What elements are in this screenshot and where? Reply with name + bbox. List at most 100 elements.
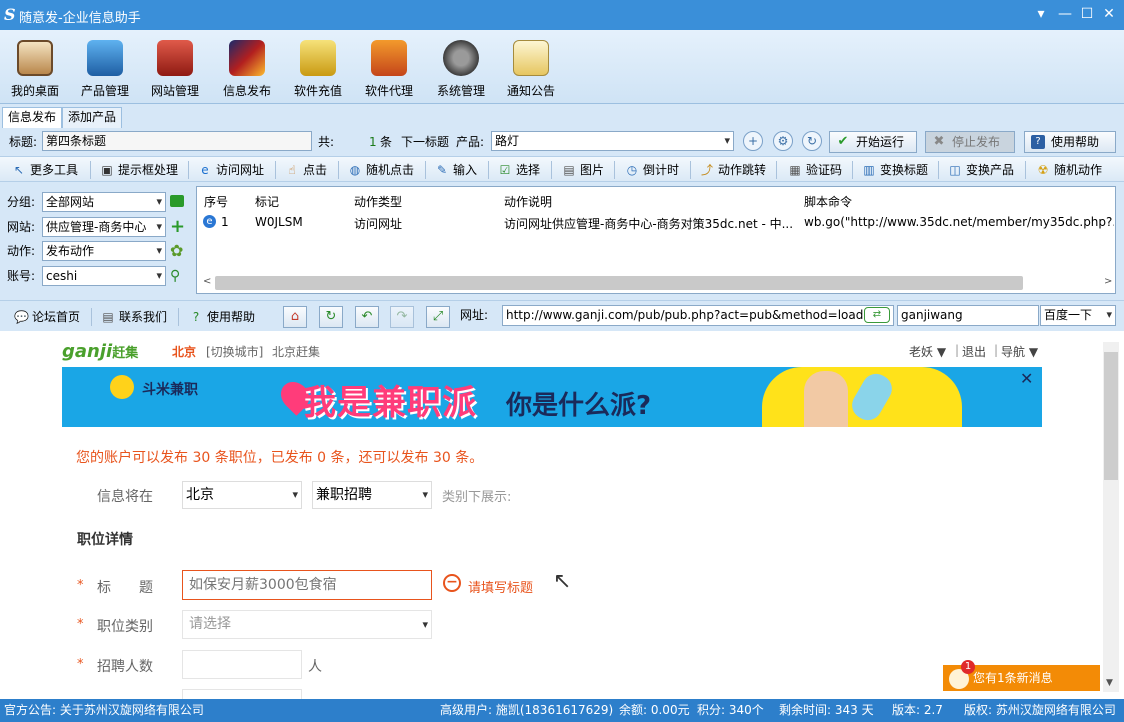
help-button[interactable]: ? 使用帮助 xyxy=(1024,131,1116,153)
menu-dropdown-button[interactable]: ▾ xyxy=(1030,4,1052,24)
search-engine-select[interactable]: 百度一下 xyxy=(1040,305,1116,326)
city-site-label: 北京赶集 xyxy=(272,345,321,359)
settings-circle-icon[interactable]: ⚙ xyxy=(773,131,793,151)
radiation-icon: ☢ xyxy=(1037,163,1049,177)
stop-publish-button[interactable]: ✖ 停止发布 xyxy=(925,131,1015,153)
banner-close-icon[interactable]: ✕ xyxy=(1020,369,1033,388)
site-keyword-input[interactable]: ganjiwang xyxy=(897,305,1039,326)
go-icon[interactable]: ⇄ xyxy=(864,307,890,323)
random-click-button[interactable]: ◍ 随机点击 xyxy=(348,160,414,180)
switch-city-link[interactable]: [切换城市] xyxy=(206,343,263,360)
group-select[interactable]: 全部网站 xyxy=(42,192,166,212)
checkmark-icon: ✔ xyxy=(837,134,849,149)
expand-icon: ⤢ xyxy=(432,309,444,324)
document-stack-icon: ▥ xyxy=(863,163,875,177)
ganji-logo[interactable]: ganji赶集 xyxy=(62,341,138,362)
product-box-icon: ◫ xyxy=(949,163,961,177)
quota-notice: 您的账户可以发布 30 条职位，已发布 0 条，还可以发布 30 条。 xyxy=(76,450,484,466)
window-icon: ▣ xyxy=(101,163,113,177)
gear-icon[interactable]: ✿ xyxy=(170,241,183,261)
forward-nav-button[interactable]: ↷ xyxy=(390,306,414,328)
ie-icon: e xyxy=(203,215,216,228)
next-title-link[interactable]: 下一标题 xyxy=(401,132,449,152)
home-icon: ⌂ xyxy=(290,309,300,324)
toolbar-recharge-button[interactable]: 软件充值 xyxy=(285,36,351,102)
visit-url-button[interactable]: e 访问网址 xyxy=(198,160,264,180)
horizontal-scrollbar[interactable] xyxy=(215,276,1023,290)
url-input[interactable]: http://www.ganji.com/pub/pub.php?act=pub… xyxy=(502,305,894,326)
vertical-scroll-thumb[interactable] xyxy=(1104,352,1118,480)
notepad-icon xyxy=(513,40,549,76)
title-bar: S 随意发-企业信息助手 ▾ — ☐ ✕ xyxy=(0,0,1124,30)
change-title-button[interactable]: ▥ 变换标题 xyxy=(862,160,928,180)
image-button[interactable]: ▤ 图片 xyxy=(562,160,604,180)
select-button[interactable]: ☑ 选择 xyxy=(498,160,540,180)
captcha-button[interactable]: ▦ 验证码 xyxy=(788,160,842,180)
account-select[interactable]: ceshi xyxy=(42,266,166,286)
prompt-handler-button[interactable]: ▣ 提示框处理 xyxy=(100,160,178,180)
toolbar-sites-button[interactable]: 网站管理 xyxy=(142,36,208,102)
logout-link[interactable]: 退出 xyxy=(962,343,986,360)
close-button[interactable]: ✕ xyxy=(1098,4,1120,24)
red-building-icon xyxy=(157,40,193,76)
job-title-input[interactable] xyxy=(182,570,432,600)
maximize-button[interactable]: ☐ xyxy=(1076,4,1098,24)
version-info: 版本: 2.7 xyxy=(892,703,943,717)
countdown-button[interactable]: ◷ 倒计时 xyxy=(625,160,679,180)
fullscreen-nav-button[interactable]: ⤢ xyxy=(426,306,450,328)
toolbar-agent-button[interactable]: 软件代理 xyxy=(356,36,422,102)
banner-ad[interactable]: 斗米兼职 我是兼职派 你是什么派? ✕ xyxy=(62,367,1042,427)
action-select[interactable]: 发布动作 xyxy=(42,241,166,261)
refresh-circle-icon[interactable]: ↻ xyxy=(802,131,822,151)
nav-menu[interactable]: 导航 ▼ xyxy=(1001,343,1038,360)
job-category-select[interactable]: 请选择 xyxy=(182,610,432,639)
error-minus-icon: − xyxy=(443,574,461,592)
plus-icon[interactable]: + xyxy=(170,217,185,237)
start-run-button[interactable]: ✔ 开始运行 xyxy=(829,131,917,153)
minimize-button[interactable]: — xyxy=(1054,4,1076,24)
help-icon: ? xyxy=(1031,135,1045,149)
forum-home-link[interactable]: 💬 论坛首页 xyxy=(14,307,80,327)
more-tools-button[interactable]: ↖ 更多工具 xyxy=(12,160,78,180)
random-action-button[interactable]: ☢ 随机动作 xyxy=(1036,160,1102,180)
action-jump-button[interactable]: ⤴ 动作跳转 xyxy=(700,160,766,180)
announcement-text[interactable]: 官方公告: 关于苏州汉旋网络有限公司 xyxy=(4,699,204,722)
scroll-down-arrow-icon[interactable]: ▼ xyxy=(1106,678,1113,688)
picture-icon: ▤ xyxy=(563,163,575,177)
scroll-right-arrow-icon[interactable]: > xyxy=(1104,276,1112,287)
next-field-input[interactable] xyxy=(182,689,302,699)
scroll-left-arrow-icon[interactable]: < xyxy=(203,276,211,287)
product-select[interactable]: 路灯 xyxy=(491,131,734,151)
input-button[interactable]: ✎ 输入 xyxy=(435,160,477,180)
table-row[interactable]: e 1 W0JLSM 访问网址 访问网址供应管理-商务中心-商务对策35dc.n… xyxy=(197,209,1115,233)
headcount-input[interactable] xyxy=(182,650,302,679)
search-icon[interactable]: ⚲ xyxy=(170,266,180,286)
add-circle-icon[interactable]: + xyxy=(743,131,763,151)
refresh-nav-button[interactable]: ↻ xyxy=(319,306,343,328)
change-product-button[interactable]: ◫ 变换产品 xyxy=(948,160,1014,180)
user-menu[interactable]: 老妖 ▼ xyxy=(909,343,946,360)
row-index: 1 xyxy=(221,215,229,229)
title-field[interactable]: 第四条标题 xyxy=(42,131,312,151)
home-nav-button[interactable]: ⌂ xyxy=(283,306,307,328)
category-select[interactable]: 兼职招聘 xyxy=(312,481,432,509)
city-select[interactable]: 北京 xyxy=(182,481,302,509)
toolbar-publish-button[interactable]: 信息发布 xyxy=(214,36,280,102)
toolbar-notice-button[interactable]: 通知公告 xyxy=(498,36,564,102)
tab-publish[interactable]: 信息发布 xyxy=(2,107,63,128)
usage-help-link[interactable]: ? 使用帮助 xyxy=(189,307,255,327)
site-select[interactable]: 供应管理-商务中心 xyxy=(42,217,166,237)
title-label: 标题: xyxy=(9,135,38,149)
new-message-toast[interactable]: 1 您有1条新消息 xyxy=(943,660,1100,691)
coin-stack-icon xyxy=(300,40,336,76)
x-mark-icon: ✖ xyxy=(933,134,945,149)
speech-bubble-icon: 💬 xyxy=(14,310,29,324)
toolbar-products-button[interactable]: 产品管理 xyxy=(72,36,138,102)
contact-us-link[interactable]: ▤ 联系我们 xyxy=(101,307,167,327)
tab-add-product[interactable]: 添加产品 xyxy=(62,107,123,128)
folder-icon[interactable] xyxy=(170,195,184,207)
toolbar-desktop-button[interactable]: 我的桌面 xyxy=(2,36,68,102)
click-button[interactable]: ☝ 点击 xyxy=(285,160,327,180)
back-nav-button[interactable]: ↶ xyxy=(355,306,379,328)
toolbar-system-button[interactable]: 系统管理 xyxy=(428,36,494,102)
